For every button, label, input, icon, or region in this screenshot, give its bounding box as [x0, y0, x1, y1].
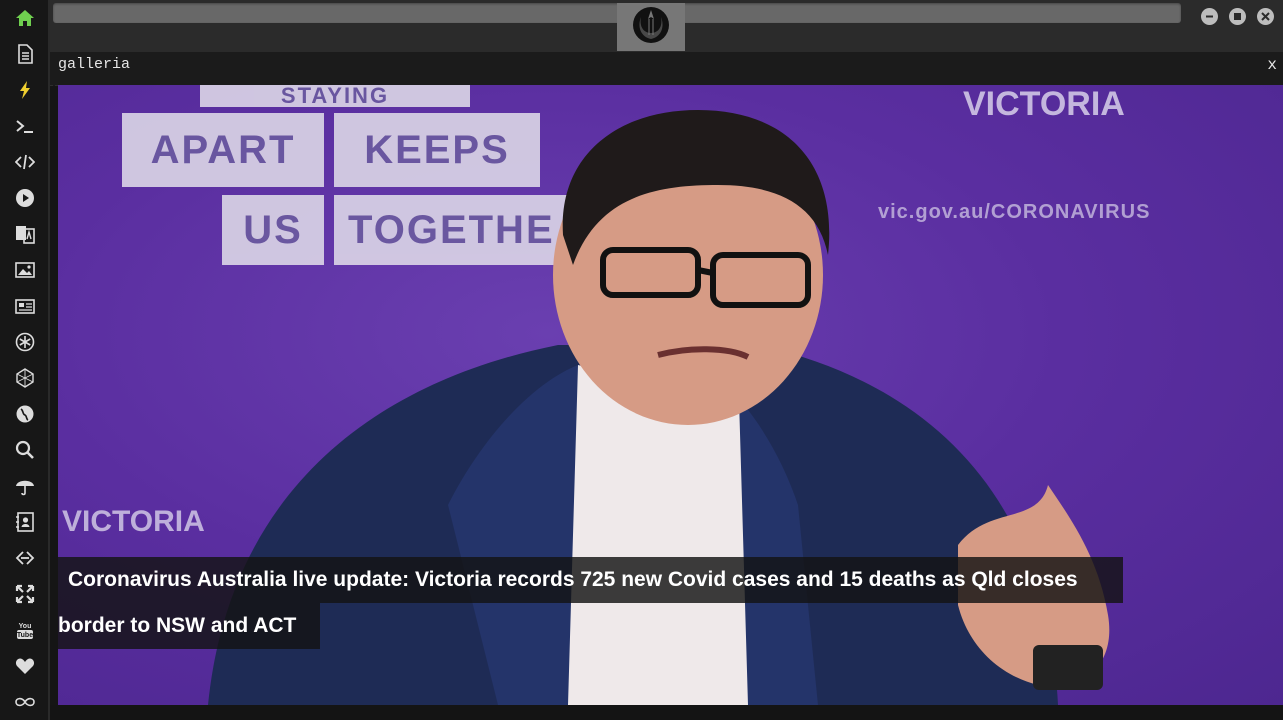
svg-text:Tube: Tube — [17, 632, 33, 639]
settings-icon[interactable] — [13, 330, 37, 354]
translate-icon[interactable] — [13, 222, 37, 246]
panel-title: galleria — [58, 56, 131, 73]
umbrella-icon[interactable] — [13, 474, 37, 498]
maximize-icon[interactable] — [1229, 8, 1246, 25]
network-icon[interactable] — [13, 366, 37, 390]
newspaper-icon[interactable] — [13, 294, 37, 318]
search-icon[interactable] — [13, 438, 37, 462]
infinity-icon[interactable] — [13, 690, 37, 714]
top-bar — [50, 0, 1283, 52]
caption-line-1: Coronavirus Australia live update: Victo… — [58, 557, 1123, 603]
panel-header: galleria x — [50, 52, 1283, 86]
caption-line-2: border to NSW and ACT — [58, 603, 320, 649]
heart-icon[interactable] — [13, 654, 37, 678]
sidebar: You Tube — [0, 0, 50, 720]
caption-text-1: Coronavirus Australia live update: Victo… — [68, 568, 1078, 591]
svg-text:You: You — [19, 623, 32, 630]
bottom-strip — [50, 705, 1283, 720]
code-icon[interactable] — [13, 150, 37, 174]
minimize-icon[interactable] — [1201, 8, 1218, 25]
contacts-icon[interactable] — [13, 510, 37, 534]
caption-text-2: border to NSW and ACT — [58, 614, 297, 637]
image-icon[interactable] — [13, 258, 37, 282]
close-icon[interactable] — [1257, 8, 1274, 25]
document-icon[interactable] — [13, 42, 37, 66]
terminal-icon[interactable] — [13, 114, 37, 138]
link-icon[interactable] — [13, 546, 37, 570]
rebel-alliance-icon[interactable] — [617, 3, 685, 51]
panel-close-button[interactable]: x — [1267, 56, 1277, 74]
youtube-icon[interactable]: You Tube — [13, 618, 37, 642]
bolt-icon[interactable] — [13, 78, 37, 102]
globe-icon[interactable] — [13, 402, 37, 426]
home-icon[interactable] — [13, 6, 37, 30]
play-icon[interactable] — [13, 186, 37, 210]
expand-icon[interactable] — [13, 582, 37, 606]
